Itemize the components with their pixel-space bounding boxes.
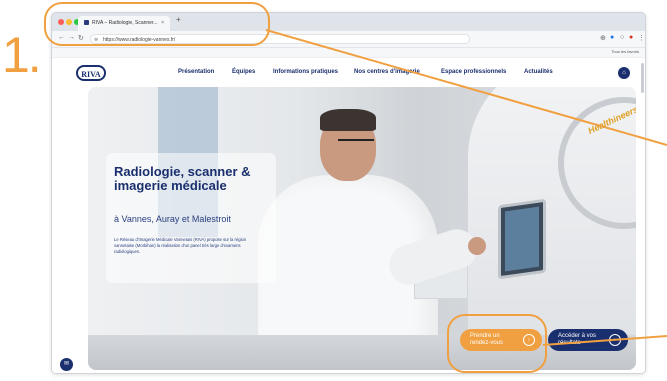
button-callout-line [542,335,667,346]
url-callout-line [265,29,667,146]
callout-lines [265,29,667,346]
